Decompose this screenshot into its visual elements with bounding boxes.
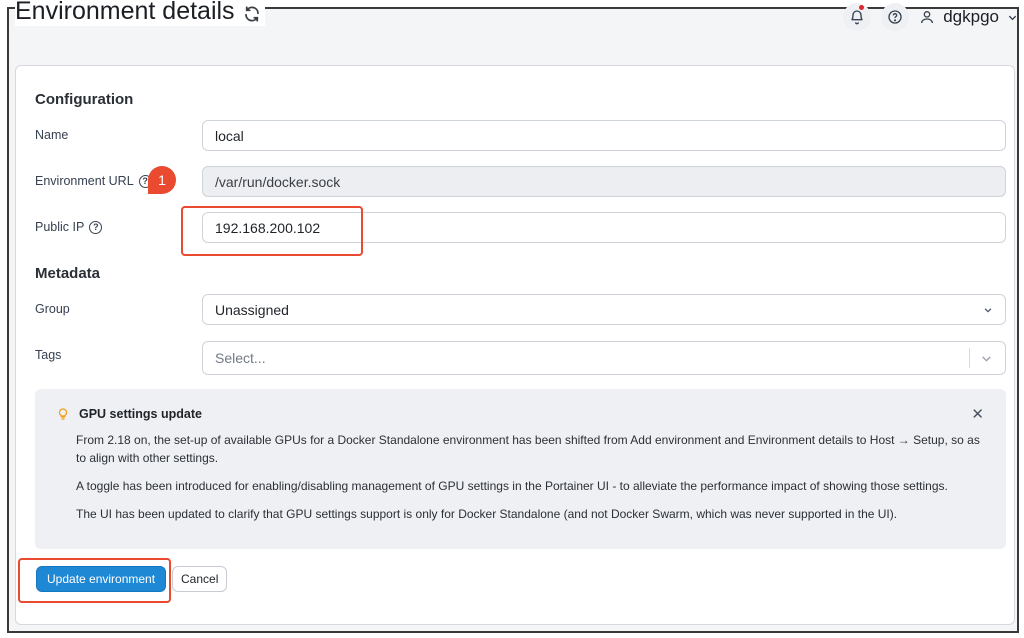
callout-paragraph-1: From 2.18 on, the set-up of available GP… [76,433,980,465]
environment-form-card: Configuration Name local Environment URL… [15,65,1015,625]
name-input[interactable]: local [202,120,1006,151]
environment-url-value: /var/run/docker.sock [215,173,341,190]
help-button[interactable] [881,3,910,31]
callout-paragraph-3: The UI has been updated to clarify that … [76,507,898,521]
tags-placeholder: Select... [215,350,266,366]
tags-indicator [969,348,993,368]
bell-icon [851,10,863,25]
name-label: Name [35,128,68,142]
gpu-settings-callout: GPU settings update ✕ From 2.18 on, the … [35,389,1006,549]
tags-label: Tags [35,348,61,362]
environment-url-input: /var/run/docker.sock [202,166,1006,197]
tags-label-text: Tags [35,348,62,362]
chevron-down-icon [1008,15,1017,20]
callout-paragraph-2: A toggle has been introduced for enablin… [76,479,948,493]
tags-select[interactable]: Select... [202,341,1006,375]
refresh-icon[interactable] [243,5,261,23]
notifications-button[interactable] [843,3,872,31]
group-select-value: Unassigned [215,301,289,318]
public-ip-label: Public IP ? [35,220,103,234]
public-ip-label-text: Public IP [35,220,85,234]
annotation-pin-number: 1 [158,172,166,188]
divider [969,348,970,368]
environment-url-label-text: Environment URL [35,174,134,188]
question-icon [888,10,902,24]
annotation-pin: 1 [148,166,176,194]
metadata-heading: Metadata [35,265,101,282]
configuration-heading: Configuration [35,91,134,108]
user-menu[interactable]: dgkpgo [919,7,1018,27]
lightbulb-icon [58,408,68,420]
close-icon[interactable]: ✕ [971,405,984,423]
user-icon [921,11,934,24]
environment-url-label: Environment URL ? [35,174,152,188]
chevron-down-icon [984,307,992,313]
group-label-text: Group [35,302,70,316]
group-label: Group [35,302,70,316]
group-select[interactable]: Unassigned [202,294,1006,325]
cancel-button[interactable]: Cancel [172,566,228,592]
callout-header: GPU settings update [57,407,984,421]
annotation-highlight-update-button [18,558,171,603]
annotation-highlight-public-ip [181,206,363,256]
page-title-text: Environment details [15,0,235,25]
name-label-text: Name [35,128,69,142]
callout-title: GPU settings update [79,407,202,421]
help-icon[interactable]: ? [89,220,103,234]
page-title: Environment details [15,0,265,26]
chevron-down-icon [982,355,991,362]
top-toolbar: dgkpgo [843,0,1024,34]
name-input-value: local [215,127,244,144]
username-label: dgkpgo [943,7,999,26]
